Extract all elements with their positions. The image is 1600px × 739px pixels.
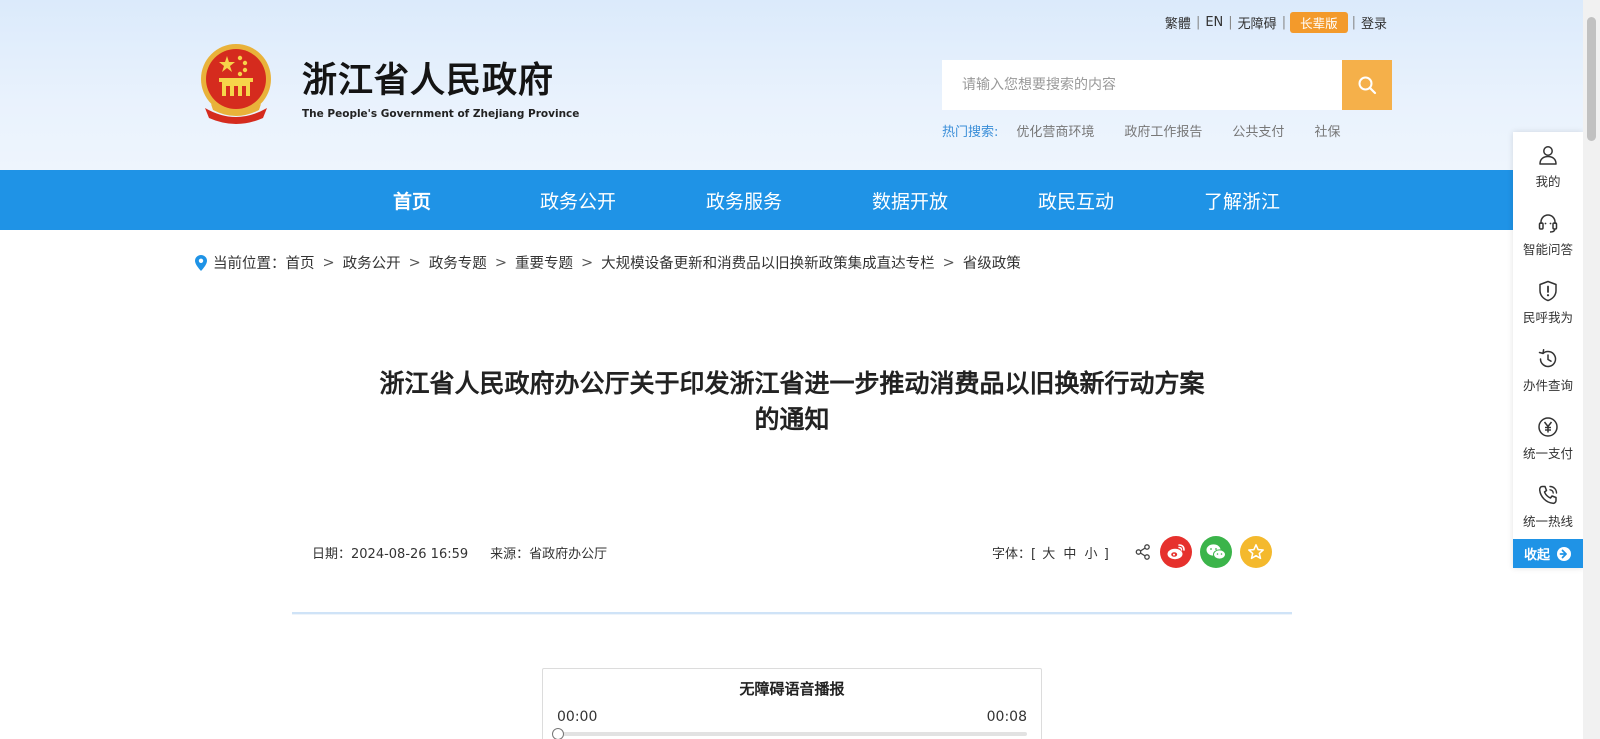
history-icon (1538, 349, 1557, 368)
weibo-icon (1167, 544, 1185, 560)
article-meta: 日期：2024-08-26 16:59 来源：省政府办公厅 (312, 543, 607, 562)
accessibility-link[interactable]: 无障碍 (1233, 13, 1282, 32)
breadcrumb-item[interactable]: 重要专题 (515, 252, 573, 273)
search-input[interactable] (942, 60, 1342, 110)
breadcrumb-separator: > (408, 254, 421, 271)
headset-icon (1538, 214, 1558, 233)
sidebar-item-unified-payment[interactable]: 统一支付 (1513, 415, 1583, 462)
english-link[interactable]: EN (1200, 15, 1228, 30)
font-size-small[interactable]: 小 (1085, 547, 1098, 562)
hot-search-item[interactable]: 社保 (1314, 121, 1340, 140)
breadcrumb-separator: > (580, 254, 594, 271)
breadcrumb-separator: > (322, 254, 335, 271)
shield-alert-icon (1539, 280, 1557, 302)
search-icon (1358, 76, 1377, 95)
sidebar-item-case-query[interactable]: 办件查询 (1513, 347, 1583, 394)
main-nav: 首页 政务公开 政务服务 数据开放 政民互动 了解浙江 (0, 170, 1540, 230)
article-source: 来源：省政府办公厅 (490, 547, 608, 562)
hot-search-item[interactable]: 优化营商环境 (1016, 121, 1094, 140)
font-size-medium[interactable]: 中 (1063, 547, 1076, 562)
nav-item-services[interactable]: 政务服务 (661, 187, 827, 214)
hot-search-item[interactable]: 公共支付 (1232, 121, 1284, 140)
sidebar-item-mine[interactable]: 我的 (1513, 143, 1583, 190)
nav-item-home[interactable]: 首页 (329, 187, 495, 214)
collapse-toolbar-button[interactable]: 收起 (1513, 539, 1583, 568)
location-pin-icon (195, 254, 207, 271)
site-header: 浙江省人民政府 The People's Government of Zheji… (0, 0, 1600, 170)
audio-current-time: 00:00 (557, 709, 598, 725)
hot-search: 热门搜索: 优化营商环境 政府工作报告 公共支付 社保 (942, 121, 1370, 140)
audio-player: 无障碍语音播报 00:00 00:08 (542, 668, 1042, 739)
breadcrumb-item[interactable]: 政务公开 (343, 252, 401, 273)
sidebar-item-label: 智能问答 (1522, 242, 1573, 257)
phone-call-icon (1538, 485, 1558, 505)
national-emblem-logo[interactable] (197, 42, 275, 124)
sidebar-item-label: 我的 (1535, 174, 1561, 189)
article-title-line: 的通知 (754, 405, 830, 434)
sidebar-item-smart-qa[interactable]: 智能问答 (1513, 211, 1583, 258)
floating-toolbar: 我的 智能问答 民呼我为 办件查询 统一支付 统一热线 收起 (1513, 132, 1583, 568)
site-title[interactable]: 浙江省人民政府 (302, 52, 554, 103)
sidebar-item-public-voice[interactable]: 民呼我为 (1513, 279, 1583, 326)
user-icon (1539, 146, 1557, 165)
wechat-share-button[interactable] (1200, 536, 1232, 568)
breadcrumb-item[interactable]: 政务专题 (429, 252, 487, 273)
nav-item-government-affairs[interactable]: 政务公开 (495, 187, 661, 214)
article-divider (292, 612, 1292, 615)
search-button[interactable] (1342, 60, 1392, 110)
article-date: 日期：2024-08-26 16:59 (312, 547, 469, 562)
traditional-chinese-link[interactable]: 繁體 (1160, 13, 1196, 32)
top-links: 繁體 | EN | 无障碍 | 长辈版 | 登录 (1160, 11, 1392, 33)
font-size-bracket: ] (1103, 547, 1109, 562)
breadcrumb: 当前位置： 首页 > 政务公开 > 政务专题 > 重要专题 > 大规模设备更新和… (195, 252, 1021, 273)
hot-search-label: 热门搜索: (942, 125, 999, 140)
favorite-button[interactable] (1240, 536, 1272, 568)
sidebar-item-label: 民呼我为 (1522, 310, 1573, 325)
audio-duration: 00:08 (986, 709, 1027, 725)
page-scrollbar[interactable] (1583, 0, 1600, 739)
sidebar-item-label: 办件查询 (1522, 378, 1573, 393)
breadcrumb-item[interactable]: 省级政策 (963, 252, 1021, 273)
audio-progress-track[interactable] (557, 732, 1027, 736)
breadcrumb-separator: > (942, 254, 955, 271)
font-size-large[interactable]: 大 (1042, 547, 1055, 562)
font-size-label: 字体：[ (992, 547, 1037, 562)
scrollbar-thumb[interactable] (1587, 17, 1596, 141)
article-title-line: 浙江省人民政府办公厅关于印发浙江省进一步推动消费品以旧换新行动方案 (379, 369, 1205, 398)
breadcrumb-item[interactable]: 大规模设备更新和消费品以旧换新政策集成直达专栏 (601, 252, 935, 273)
share-bar (1134, 536, 1272, 568)
nav-item-interaction[interactable]: 政民互动 (993, 187, 1159, 214)
audio-player-title: 无障碍语音播报 (739, 680, 845, 698)
sidebar-item-label: 统一支付 (1522, 446, 1573, 461)
breadcrumb-label: 当前位置： (213, 256, 286, 272)
audio-progress-knob[interactable] (552, 728, 564, 739)
star-icon (1248, 544, 1264, 560)
breadcrumb-separator: > (494, 254, 507, 271)
hot-search-item[interactable]: 政府工作报告 (1124, 121, 1202, 140)
arrow-right-circle-icon (1557, 546, 1571, 561)
divider: | (1281, 14, 1287, 30)
font-size-switcher: 字体：[ 大 中 小 ] (992, 543, 1109, 562)
wechat-icon (1206, 544, 1226, 560)
sidebar-item-label: 统一热线 (1522, 514, 1573, 529)
login-link[interactable]: 登录 (1356, 13, 1392, 32)
nav-item-about-zhejiang[interactable]: 了解浙江 (1159, 187, 1325, 214)
collapse-label: 收起 (1523, 548, 1550, 563)
article-title: 浙江省人民政府办公厅关于印发浙江省进一步推动消费品以旧换新行动方案 的通知 (292, 366, 1292, 438)
weibo-share-button[interactable] (1160, 536, 1192, 568)
share-icon[interactable] (1134, 543, 1152, 561)
elder-mode-button[interactable]: 长辈版 (1290, 11, 1348, 33)
search-box (942, 60, 1392, 110)
breadcrumb-item[interactable]: 首页 (286, 252, 315, 273)
site-subtitle: The People's Government of Zhejiang Prov… (302, 108, 580, 120)
yuan-payment-icon (1538, 417, 1558, 437)
nav-item-open-data[interactable]: 数据开放 (827, 187, 993, 214)
sidebar-item-unified-hotline[interactable]: 统一热线 (1513, 483, 1583, 530)
